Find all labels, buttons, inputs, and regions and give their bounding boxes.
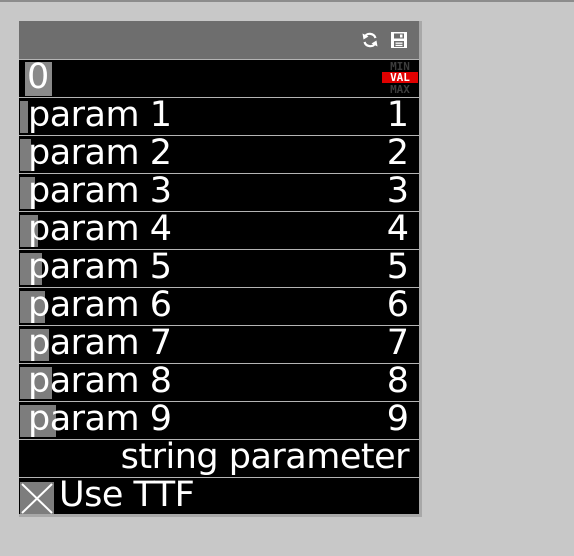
- param-label: param 8: [28, 363, 172, 401]
- toggle-label: Use TTF: [59, 477, 195, 514]
- param-label: param 5: [28, 249, 172, 287]
- checkbox[interactable]: [20, 482, 54, 514]
- slider-fill: [20, 101, 28, 133]
- max-label[interactable]: MAX: [382, 84, 418, 95]
- param-value: 7: [386, 325, 409, 363]
- window-top-border: [0, 0, 574, 2]
- param-label: param 1: [28, 97, 172, 135]
- param-value: 9: [386, 401, 409, 439]
- param-value: 8: [386, 363, 409, 401]
- main-value: 0: [27, 59, 50, 97]
- gui-panel: 0 MIN VAL MAX param 1 1 param 2 2 param …: [19, 21, 422, 517]
- param-value: 4: [386, 211, 409, 249]
- param-slider-2[interactable]: param 2 2: [19, 135, 419, 173]
- param-value: 1: [386, 97, 409, 135]
- param-label: param 9: [28, 401, 172, 439]
- param-label: param 6: [28, 287, 172, 325]
- use-ttf-toggle[interactable]: Use TTF: [19, 477, 419, 514]
- param-value: 5: [386, 249, 409, 287]
- panel-header[interactable]: [19, 21, 419, 59]
- param-label: param 2: [28, 135, 172, 173]
- param-value: 6: [386, 287, 409, 325]
- reload-icon[interactable]: [360, 30, 380, 50]
- param-label: param 4: [28, 211, 172, 249]
- param-label: param 7: [28, 325, 172, 363]
- string-parameter-field[interactable]: string parameter: [19, 439, 419, 477]
- param-slider-5[interactable]: param 5 5: [19, 249, 419, 287]
- param-slider-9[interactable]: param 9 9: [19, 401, 419, 439]
- main-value-slider[interactable]: 0 MIN VAL MAX: [19, 59, 419, 97]
- string-parameter-value: string parameter: [120, 439, 410, 477]
- param-slider-1[interactable]: param 1 1: [19, 97, 419, 135]
- check-cross-icon: [21, 483, 53, 514]
- save-icon[interactable]: [389, 30, 409, 50]
- param-slider-8[interactable]: param 8 8: [19, 363, 419, 401]
- param-label: param 3: [28, 173, 172, 211]
- param-slider-6[interactable]: param 6 6: [19, 287, 419, 325]
- param-slider-4[interactable]: param 4 4: [19, 211, 419, 249]
- param-value: 2: [386, 135, 409, 173]
- param-value: 3: [386, 173, 409, 211]
- param-slider-3[interactable]: param 3 3: [19, 173, 419, 211]
- val-label[interactable]: VAL: [382, 72, 418, 83]
- param-slider-7[interactable]: param 7 7: [19, 325, 419, 363]
